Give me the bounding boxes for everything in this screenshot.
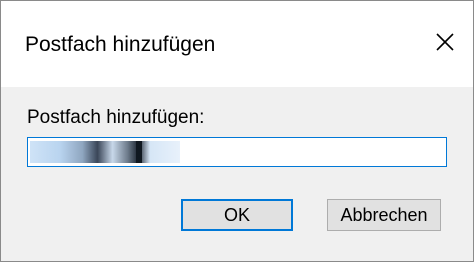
mailbox-input[interactable] <box>27 137 447 167</box>
close-icon <box>436 33 454 51</box>
mailbox-input-value <box>28 138 29 139</box>
add-mailbox-dialog: Postfach hinzufügen Postfach hinzufügen:… <box>0 0 474 262</box>
title-bar: Postfach hinzufügen <box>1 1 473 87</box>
ok-button[interactable]: OK <box>181 199 293 231</box>
cancel-button[interactable]: Abbrechen <box>327 199 441 231</box>
input-caret <box>136 141 142 163</box>
mailbox-prompt-label: Postfach hinzufügen: <box>27 107 205 128</box>
dialog-title: Postfach hinzufügen <box>25 33 216 56</box>
input-selected-text <box>30 141 180 163</box>
close-button[interactable] <box>431 28 459 56</box>
